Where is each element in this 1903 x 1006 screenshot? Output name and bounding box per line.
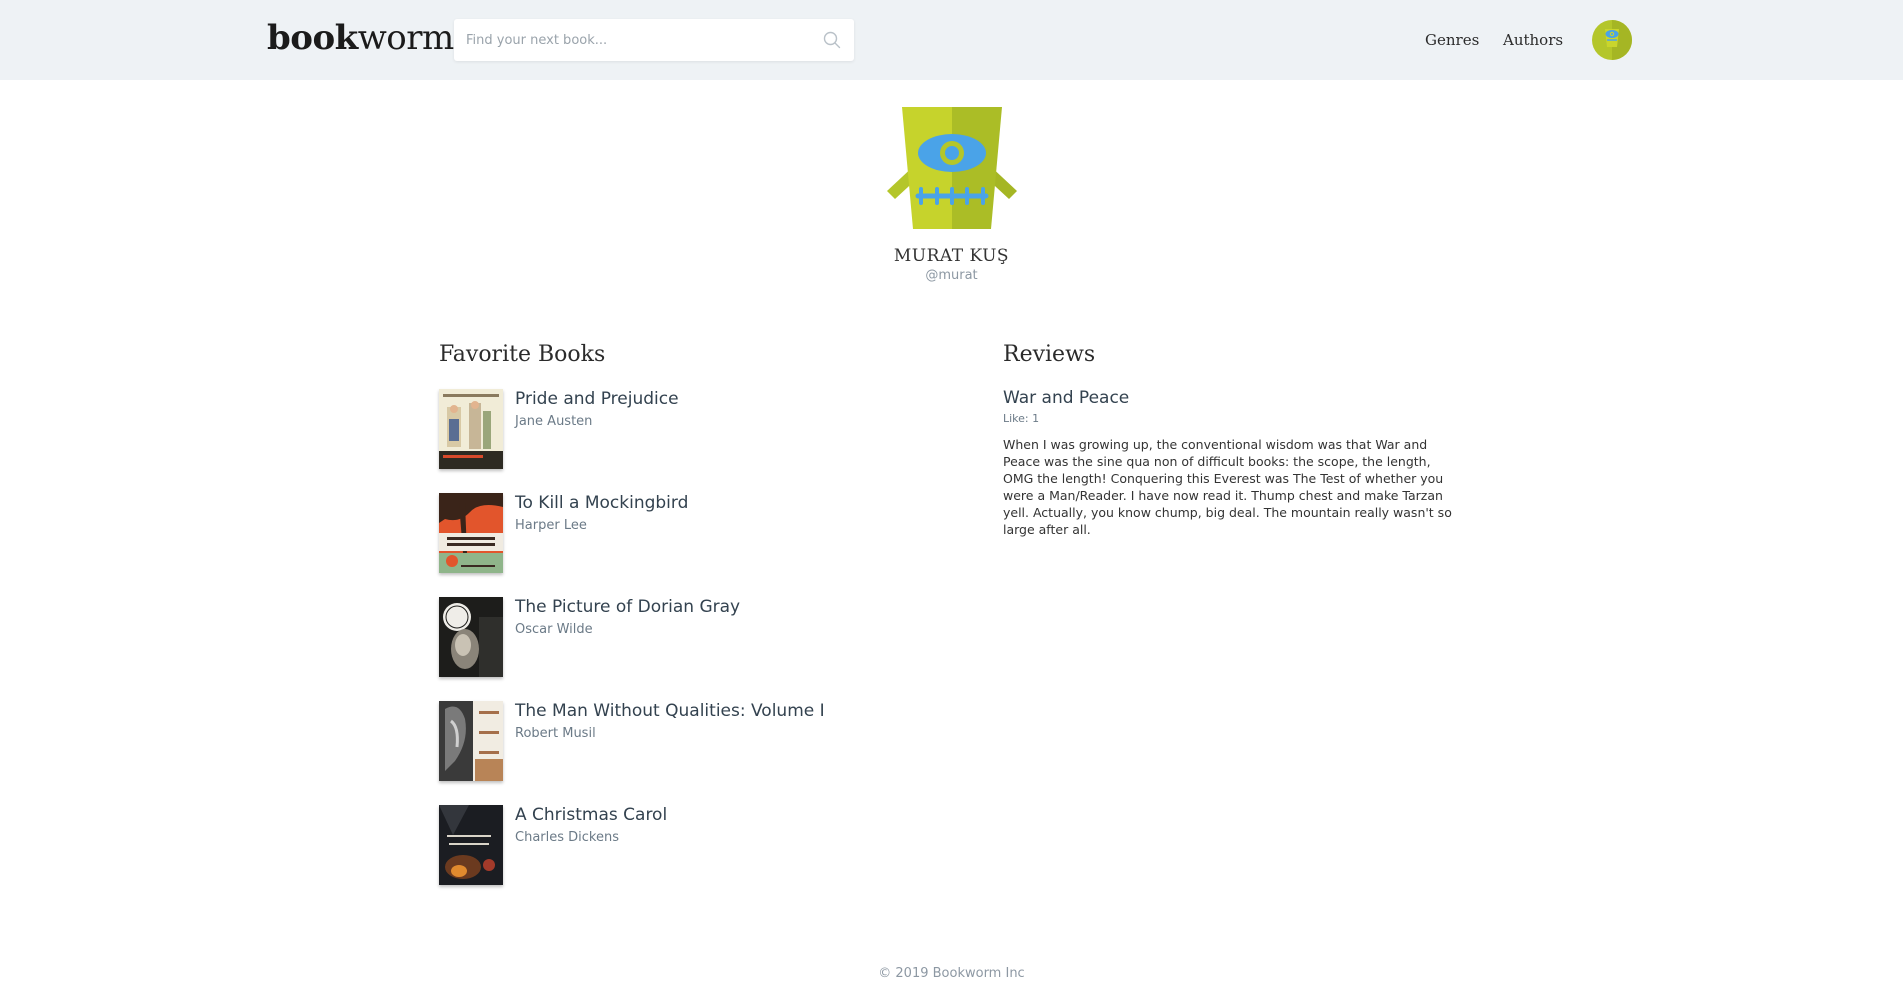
reviews-heading: Reviews — [1003, 342, 1096, 367]
book-title[interactable]: The Man Without Qualities: Volume I — [515, 701, 825, 721]
user-menu-avatar[interactable] — [1592, 20, 1632, 60]
favorite-books-heading: Favorite Books — [439, 342, 606, 367]
profile-avatar — [885, 107, 1019, 229]
book-title[interactable]: The Picture of Dorian Gray — [515, 597, 740, 617]
bookworm-logo[interactable]: bookworm — [267, 18, 454, 58]
profile-name: MURAT KUŞ — [893, 246, 1010, 266]
review-like-count[interactable]: Like: 1 — [1003, 412, 1039, 425]
book-author[interactable]: Harper Lee — [515, 518, 587, 533]
book-cover[interactable] — [439, 701, 503, 781]
book-cover[interactable] — [439, 389, 503, 469]
book-title[interactable]: A Christmas Carol — [515, 805, 667, 825]
profile-handle: @murat — [925, 268, 978, 283]
logo-light-part: worm — [357, 18, 455, 58]
favorite-book-item[interactable]: The Man Without Qualities: Volume I Robe… — [439, 701, 999, 783]
favorite-book-item[interactable]: A Christmas Carol Charles Dickens — [439, 805, 999, 887]
book-author[interactable]: Robert Musil — [515, 726, 596, 741]
book-cover[interactable] — [439, 805, 503, 885]
review-text: When I was growing up, the conventional … — [1003, 437, 1452, 537]
book-title[interactable]: Pride and Prejudice — [515, 389, 679, 409]
footer-copyright: © 2019 Bookworm Inc — [878, 966, 1025, 981]
top-header: bookworm Genres Authors — [0, 0, 1903, 80]
favorite-book-item[interactable]: Pride and Prejudice Jane Austen — [439, 389, 999, 471]
book-cover[interactable] — [439, 597, 503, 677]
search-box — [454, 19, 854, 61]
review-book-title[interactable]: War and Peace — [1003, 388, 1129, 408]
search-input[interactable] — [454, 19, 854, 61]
logo-bold-part: book — [267, 18, 358, 58]
search-icon[interactable] — [822, 30, 842, 50]
favorite-book-item[interactable]: To Kill a Mockingbird Harper Lee — [439, 493, 999, 575]
nav-genres-link[interactable]: Genres — [1425, 31, 1479, 49]
book-author[interactable]: Oscar Wilde — [515, 622, 593, 637]
monster-avatar-icon — [887, 107, 1017, 229]
book-cover[interactable] — [439, 493, 503, 573]
book-author[interactable]: Jane Austen — [515, 414, 592, 429]
user-avatar-icon — [1605, 20, 1632, 60]
favorite-book-item[interactable]: The Picture of Dorian Gray Oscar Wilde — [439, 597, 999, 679]
book-author[interactable]: Charles Dickens — [515, 830, 619, 845]
book-title[interactable]: To Kill a Mockingbird — [515, 493, 688, 513]
nav-authors-link[interactable]: Authors — [1503, 31, 1563, 49]
